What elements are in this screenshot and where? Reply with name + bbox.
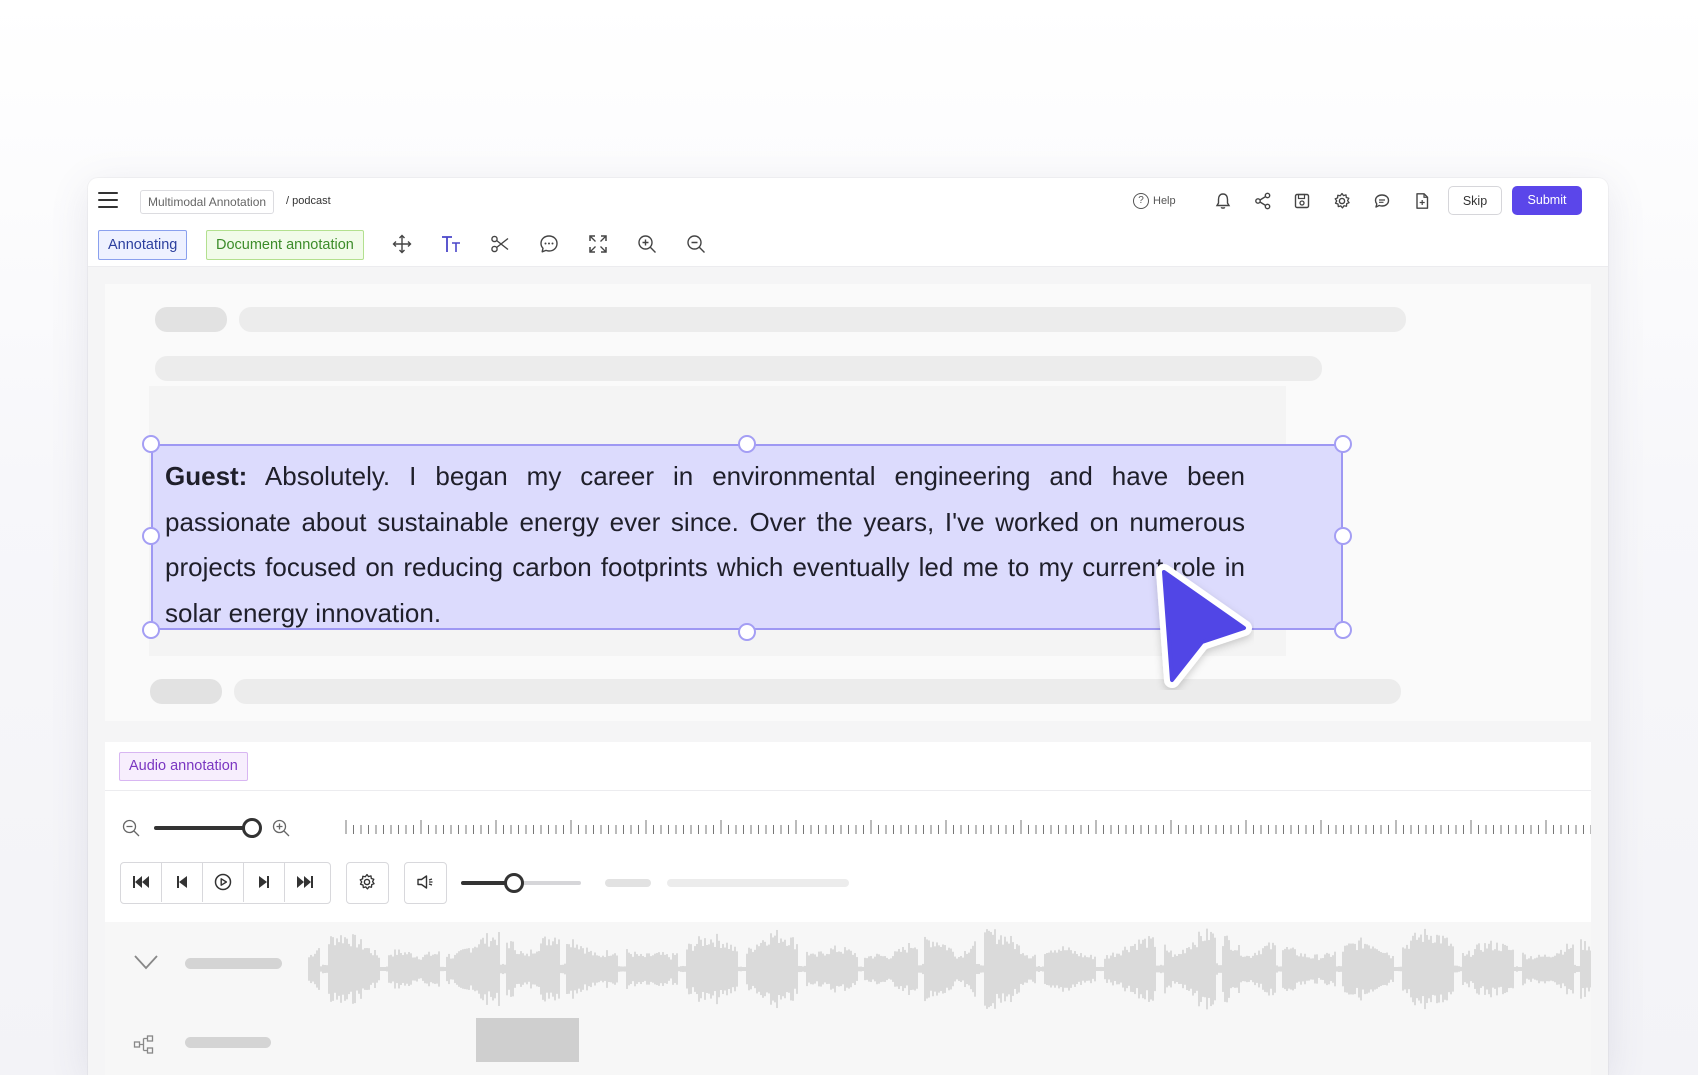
- resize-handle-top-left[interactable]: [142, 435, 160, 453]
- audio-region-block[interactable]: [476, 1018, 579, 1062]
- resize-handle-bottom[interactable]: [738, 623, 756, 641]
- audio-header: Audio annotation: [105, 742, 1591, 791]
- submit-button[interactable]: Submit: [1512, 186, 1582, 215]
- audio-track-area: [105, 922, 1591, 1075]
- resize-handle-right[interactable]: [1334, 527, 1352, 545]
- transport-controls: [120, 862, 331, 904]
- track-name-placeholder: [185, 958, 282, 969]
- audio-settings-button[interactable]: [347, 863, 388, 902]
- step-back-button[interactable]: [162, 863, 203, 902]
- annotation-toolbar: Annotating Document annotation: [88, 224, 1608, 267]
- zoom-out-icon[interactable]: [685, 233, 707, 255]
- resize-handle-bottom-left[interactable]: [142, 621, 160, 639]
- step-forward-button[interactable]: [244, 863, 285, 902]
- help-button[interactable]: ? Help: [1133, 190, 1176, 212]
- skip-back-button[interactable]: [121, 863, 162, 902]
- comments-icon[interactable]: [1372, 191, 1392, 211]
- question-circle-icon: ?: [1133, 193, 1149, 210]
- document-icon[interactable]: [1412, 191, 1432, 211]
- app-window: Multimodal Annotation / podcast ? Help S…: [88, 178, 1608, 1075]
- scissors-icon[interactable]: [489, 233, 511, 255]
- transcript-line: Absolutely. I began my career in environ…: [165, 461, 1245, 628]
- audio-annotation-tag[interactable]: Audio annotation: [119, 752, 248, 781]
- audio-zoom-row: [105, 812, 1591, 842]
- hierarchy-icon[interactable]: [133, 1034, 155, 1056]
- placeholder-line: [239, 307, 1406, 332]
- placeholder-speaker: [150, 679, 222, 704]
- share-icon[interactable]: [1253, 191, 1273, 211]
- time-placeholder: [605, 879, 651, 887]
- speaker-icon: [417, 875, 433, 889]
- zoom-slider-track[interactable]: [154, 826, 252, 830]
- track-name-placeholder: [185, 1037, 271, 1048]
- zoom-out-icon[interactable]: [121, 818, 141, 838]
- audio-pane: Audio annotation: [105, 742, 1591, 1075]
- annotating-mode-tag[interactable]: Annotating: [98, 230, 188, 260]
- text-size-icon[interactable]: [440, 233, 462, 255]
- breadcrumb-path: / podcast: [286, 195, 331, 207]
- gear-icon[interactable]: [1332, 191, 1352, 211]
- move-icon[interactable]: [391, 233, 413, 255]
- zoom-in-icon[interactable]: [636, 233, 658, 255]
- hamburger-icon[interactable]: [98, 192, 118, 210]
- zoom-slider-knob[interactable]: [242, 818, 262, 838]
- resize-handle-top-right[interactable]: [1334, 435, 1352, 453]
- skip-button[interactable]: Skip: [1448, 186, 1502, 215]
- document-annotation-tag[interactable]: Document annotation: [206, 230, 364, 260]
- volume-button[interactable]: [405, 863, 446, 902]
- play-icon: [214, 873, 232, 891]
- resize-handle-bottom-right[interactable]: [1334, 621, 1352, 639]
- resize-handle-left[interactable]: [142, 527, 160, 545]
- play-button[interactable]: [203, 863, 244, 902]
- step-forward-icon: [259, 876, 269, 888]
- chevron-down-icon[interactable]: [133, 952, 159, 972]
- selected-transcript-text[interactable]: Guest: Absolutely. I began my career in …: [165, 454, 1245, 636]
- skip-forward-button[interactable]: [285, 863, 326, 902]
- gear-icon: [359, 873, 375, 890]
- help-label: Help: [1153, 195, 1176, 207]
- comment-icon[interactable]: [538, 233, 560, 255]
- volume-group: [404, 862, 447, 904]
- placeholder-line: [155, 356, 1322, 381]
- bell-icon[interactable]: [1213, 191, 1233, 211]
- breadcrumb-project[interactable]: Multimodal Annotation: [140, 190, 275, 214]
- top-bar: Multimodal Annotation / podcast ? Help S…: [88, 178, 1608, 225]
- step-back-icon: [177, 876, 187, 888]
- audio-settings-group: [346, 862, 389, 904]
- time-placeholder: [667, 879, 849, 887]
- zoom-in-icon[interactable]: [271, 818, 291, 838]
- fullscreen-icon[interactable]: [587, 233, 609, 255]
- volume-slider-knob[interactable]: [504, 873, 524, 893]
- speaker-label: Guest:: [165, 461, 248, 491]
- document-pane: Guest: Absolutely. I began my career in …: [105, 284, 1591, 721]
- audio-waveform[interactable]: [308, 924, 1591, 1014]
- skip-back-icon: [133, 876, 149, 888]
- placeholder-speaker: [155, 307, 227, 332]
- skip-forward-icon: [297, 876, 313, 888]
- timeline-ruler[interactable]: [341, 818, 1591, 836]
- pointer-cursor-icon: [1156, 564, 1252, 688]
- save-icon[interactable]: [1292, 191, 1312, 211]
- resize-handle-top[interactable]: [738, 435, 756, 453]
